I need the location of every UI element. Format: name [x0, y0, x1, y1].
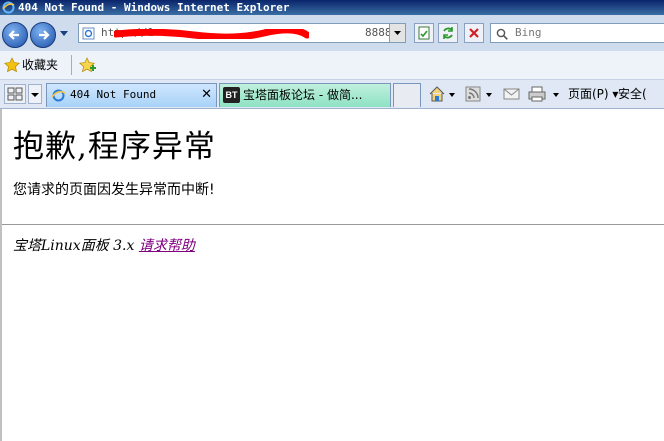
search-input[interactable]: Bing: [490, 23, 664, 43]
add-to-favorites-bar-icon[interactable]: [79, 57, 96, 73]
favorites-bar: 收藏夹: [0, 51, 664, 80]
tab-bar: 404 Not Found ✕ BT 宝塔面板论坛 - 做简... 页面(P) …: [0, 80, 664, 109]
recent-pages-dropdown-icon[interactable]: [59, 28, 69, 38]
divider: [2, 224, 664, 225]
footer: 宝塔Linux面板 3.x 请求帮助: [13, 235, 195, 255]
refresh-icon: [443, 27, 453, 39]
address-input[interactable]: http://1 8888/: [78, 23, 406, 43]
forward-button[interactable]: [30, 22, 56, 48]
page-content: 抱歉,程序异常 您请求的页面因发生异常而中断! 宝塔Linux面板 3.x 请求…: [0, 109, 664, 441]
chevron-down-icon: [394, 31, 401, 35]
feeds-icon[interactable]: [464, 85, 496, 103]
print-icon[interactable]: [526, 85, 566, 103]
safety-menu[interactable]: 安全(: [618, 80, 647, 108]
address-toolbar: http://1 8888/ Bing: [0, 15, 664, 51]
redaction-mark: [114, 29, 309, 39]
address-dropdown-button[interactable]: [389, 24, 405, 42]
tab-bt-forum[interactable]: BT 宝塔面板论坛 - 做简...: [219, 83, 391, 107]
chevron-down-icon: [31, 93, 39, 97]
quick-tabs-icon: [7, 87, 23, 101]
ie-logo-icon: [2, 1, 15, 14]
back-arrow-icon: [8, 30, 19, 40]
favorites-divider: [71, 55, 72, 75]
page-icon: [82, 27, 95, 40]
read-mail-icon[interactable]: [502, 85, 522, 103]
help-link[interactable]: 请求帮助: [139, 238, 195, 254]
footer-text: 宝塔Linux面板 3.x: [13, 238, 139, 254]
ie-page-icon: [51, 89, 66, 102]
back-button[interactable]: [2, 22, 28, 48]
tab-404-not-found[interactable]: 404 Not Found ✕: [46, 83, 217, 107]
home-icon[interactable]: [428, 85, 458, 103]
tab-list-button[interactable]: [28, 84, 42, 104]
bt-favicon-icon: BT: [223, 87, 240, 103]
quick-tabs-button[interactable]: [4, 84, 26, 104]
favorites-button[interactable]: 收藏夹: [22, 51, 58, 79]
new-tab-button[interactable]: [393, 83, 421, 107]
refresh-button[interactable]: [438, 23, 458, 43]
search-icon: [496, 28, 508, 40]
page-menu[interactable]: 页面(P) ▾: [568, 80, 618, 108]
close-tab-icon[interactable]: ✕: [201, 88, 212, 102]
stop-button[interactable]: [464, 23, 484, 43]
tab-label: 宝塔面板论坛 - 做简...: [243, 88, 363, 102]
stop-icon: [469, 28, 479, 38]
search-placeholder: Bing: [515, 26, 542, 39]
error-message: 您请求的页面因发生异常而中断!: [13, 182, 215, 198]
favorites-star-icon[interactable]: [4, 57, 20, 73]
forward-arrow-icon: [39, 30, 50, 40]
compatibility-view-button[interactable]: [414, 23, 434, 43]
compatibility-icon: [418, 26, 430, 40]
error-heading: 抱歉,程序异常: [13, 129, 216, 165]
tab-label: 404 Not Found: [70, 88, 157, 101]
title-bar: 404 Not Found - Windows Internet Explore…: [0, 0, 664, 15]
window-title: 404 Not Found - Windows Internet Explore…: [18, 1, 290, 14]
